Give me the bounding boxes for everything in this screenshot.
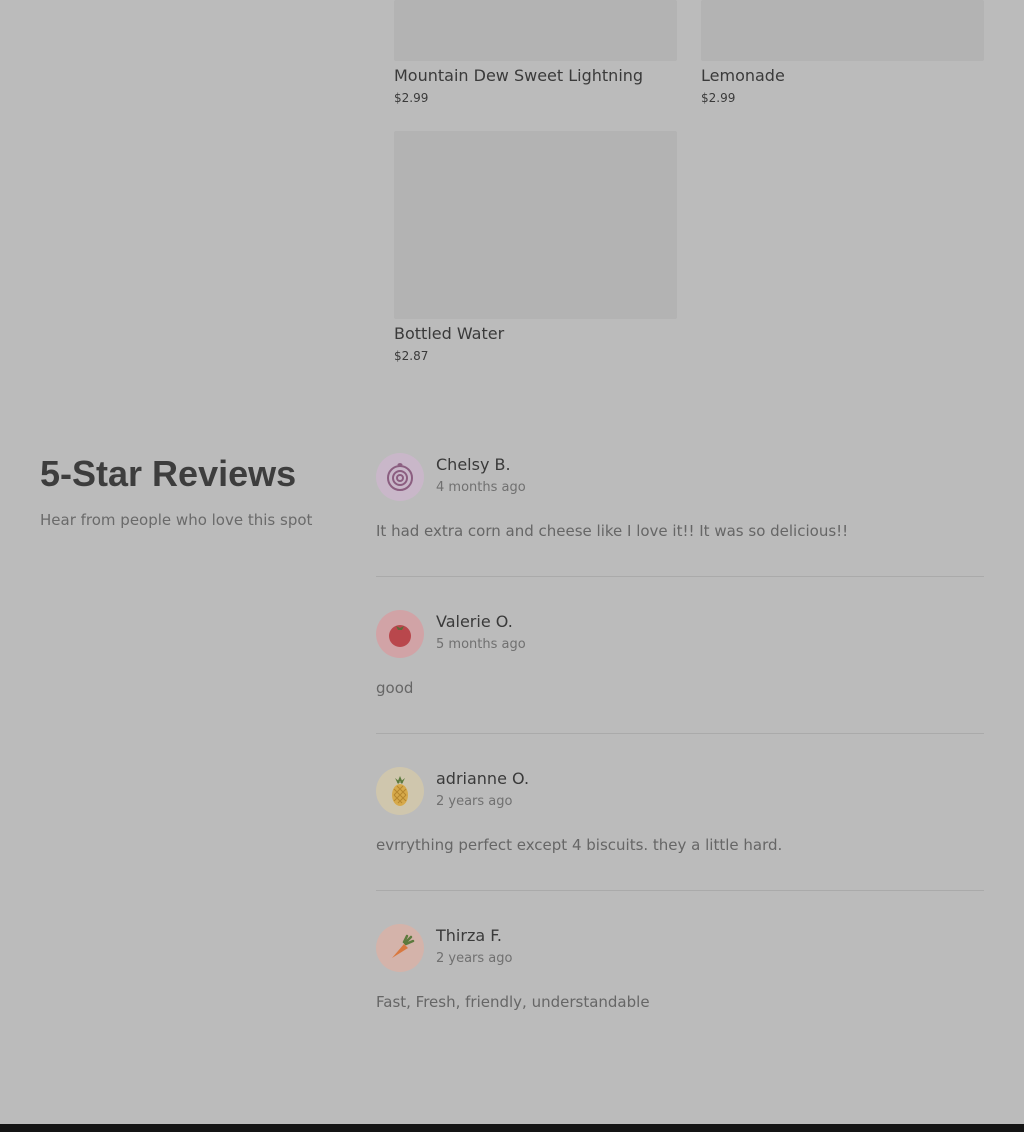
pineapple-icon — [392, 776, 408, 806]
reviewer-name: adrianne O. — [436, 769, 530, 788]
reviewer-name: Valerie O. — [436, 612, 513, 631]
product-name[interactable]: Mountain Dew Sweet Lightning — [394, 66, 677, 86]
review-time: 2 years ago — [436, 951, 513, 966]
product-card[interactable]: Mountain Dew Sweet Lightning $2.99 — [394, 0, 677, 106]
onion-icon — [387, 463, 413, 491]
avatar — [376, 610, 424, 658]
divider — [376, 733, 984, 734]
review-text: good — [376, 679, 414, 697]
footer-bar — [0, 1124, 1024, 1132]
review-text: evrrything perfect except 4 biscuits. th… — [376, 836, 783, 854]
product-name[interactable]: Bottled Water — [394, 324, 677, 344]
product-card[interactable]: Lemonade $2.99 — [701, 0, 984, 106]
review-time: 5 months ago — [436, 637, 526, 652]
review-text: It had extra corn and cheese like I love… — [376, 522, 849, 540]
carrot-icon — [392, 934, 415, 958]
product-image[interactable] — [394, 131, 677, 319]
review-text: Fast, Fresh, friendly, understandable — [376, 993, 650, 1011]
divider — [376, 576, 984, 577]
review-item: Chelsy B. 4 months ago It had extra corn… — [376, 453, 984, 610]
review-item: adrianne O. 2 years ago evrrything perfe… — [376, 767, 984, 924]
review-time: 4 months ago — [436, 480, 526, 495]
product-image[interactable] — [394, 0, 677, 61]
reviewer-name: Chelsy B. — [436, 455, 511, 474]
product-image[interactable] — [701, 0, 984, 61]
reviews-title: 5-Star Reviews — [40, 453, 297, 494]
review-item: Valerie O. 5 months ago good — [376, 610, 984, 767]
product-card[interactable]: Bottled Water $2.87 — [394, 131, 677, 364]
tomato-icon — [389, 625, 411, 647]
review-item: Thirza F. 2 years ago Fast, Fresh, frien… — [376, 924, 984, 1081]
product-price: $2.87 — [394, 349, 429, 363]
avatar — [376, 767, 424, 815]
product-name[interactable]: Lemonade — [701, 66, 984, 86]
reviews-subtitle: Hear from people who love this spot — [40, 511, 313, 529]
divider — [376, 890, 984, 891]
avatar — [376, 453, 424, 501]
avatar — [376, 924, 424, 972]
product-price: $2.99 — [394, 91, 429, 105]
product-price: $2.99 — [701, 91, 736, 105]
reviewer-name: Thirza F. — [436, 926, 502, 945]
review-time: 2 years ago — [436, 794, 513, 809]
